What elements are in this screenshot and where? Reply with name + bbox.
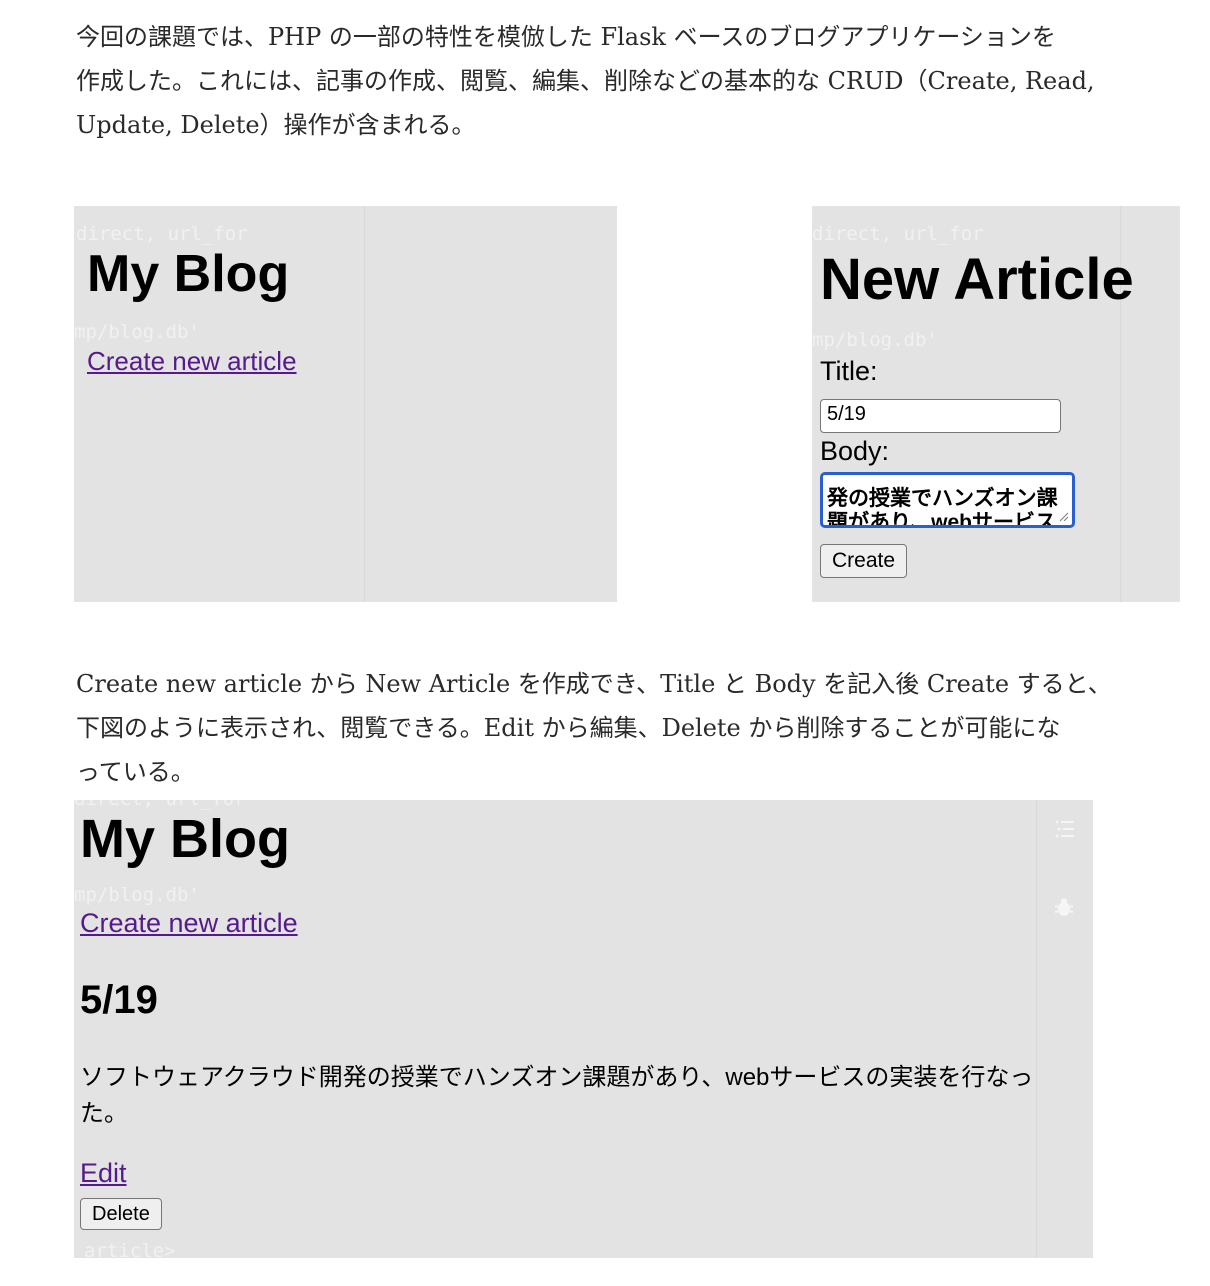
article-list-screenshot: direct, url_for mp/blog.db' article> My …	[74, 800, 1093, 1258]
resize-handle-icon[interactable]	[1059, 512, 1069, 522]
title-input[interactable]: 5/19	[820, 399, 1061, 433]
delete-button[interactable]: Delete	[80, 1198, 162, 1230]
editor-divider	[364, 206, 365, 602]
ghost-code-line: direct, url_for	[76, 223, 248, 245]
body-label: Body:	[820, 436, 890, 466]
ghost-code-line: article>	[84, 1240, 176, 1258]
ghost-code-line: direct, url_for	[812, 223, 984, 245]
edit-link[interactable]: Edit	[80, 1158, 127, 1189]
body-textarea-text: 発の授業でハンズオン課 題があり、webサービス の実装を行なった。	[827, 487, 1058, 528]
article-body: ソフトウェアクラウド開発の授業でハンズオン課題があり、webサービスの実装を行な…	[80, 1064, 1034, 1127]
bug-icon[interactable]	[1054, 896, 1074, 918]
article-title: 5/19	[80, 978, 158, 1022]
page-title: My Blog	[80, 809, 290, 869]
page-title: My Blog	[87, 245, 290, 303]
intro-paragraph: 今回の課題では、PHP の一部の特性を模倣した Flask ベースのブログアプリ…	[76, 23, 1095, 139]
body-textarea[interactable]: 発の授業でハンズオン課 題があり、webサービス の実装を行なった。	[820, 472, 1075, 528]
explanation-paragraph: Create new article から New Article を作成でき、…	[76, 670, 1112, 786]
list-icon[interactable]	[1054, 818, 1076, 840]
new-article-screenshot: direct, url_for mp/blog.db' New Article …	[812, 206, 1180, 602]
page-title: New Article	[820, 247, 1134, 312]
editor-divider	[1036, 800, 1037, 1258]
create-article-link[interactable]: Create new article	[80, 908, 298, 939]
index-page-screenshot: direct, url_for mp/blog.db' My Blog Crea…	[74, 206, 617, 602]
create-article-link[interactable]: Create new article	[87, 346, 297, 377]
create-button[interactable]: Create	[820, 544, 908, 578]
title-label: Title:	[820, 356, 878, 386]
ghost-code-line: mp/blog.db'	[812, 329, 938, 351]
ghost-code-line: mp/blog.db'	[74, 321, 200, 343]
ghost-code-line: mp/blog.db'	[74, 884, 200, 906]
